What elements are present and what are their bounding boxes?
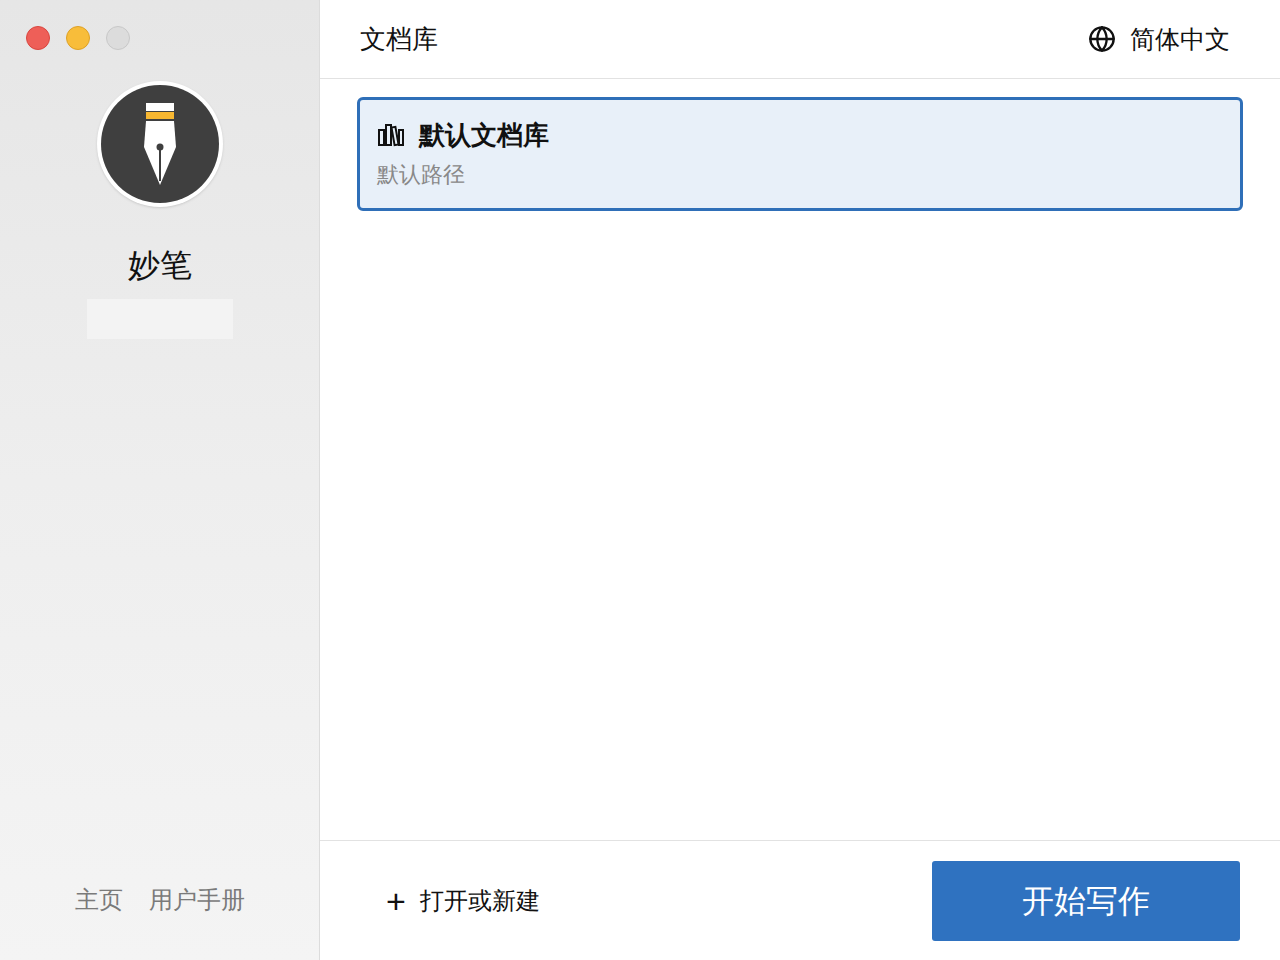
- open-or-create-button[interactable]: +打开或新建: [386, 884, 540, 918]
- header-title: 文档库: [360, 22, 438, 56]
- footer: +打开或新建 开始写作: [320, 840, 1280, 960]
- app-logo: [97, 81, 223, 207]
- account-bar: [87, 299, 233, 339]
- library-card[interactable]: 默认文档库默认路径: [357, 97, 1243, 211]
- library-icon: [377, 122, 405, 148]
- library-name: 默认文档库: [419, 118, 549, 152]
- sidebar-link[interactable]: 用户手册: [149, 884, 245, 916]
- sidebar-links: 主页用户手册: [75, 884, 245, 960]
- main-panel: 文档库 简体中文默认文档库默认路径 +打开或新建 开始写作: [320, 0, 1280, 960]
- minimize-button[interactable]: [66, 26, 90, 50]
- plus-icon: +: [386, 884, 406, 918]
- traffic-lights: [0, 0, 130, 50]
- header: 文档库 简体中文: [320, 0, 1280, 79]
- app-name: 妙笔: [128, 245, 192, 285]
- zoom-button[interactable]: [106, 26, 130, 50]
- close-button[interactable]: [26, 26, 50, 50]
- pen-nib-icon: [138, 101, 182, 187]
- sidebar-link[interactable]: 主页: [75, 884, 123, 916]
- sidebar: 妙笔主页用户手册: [0, 0, 320, 960]
- library-list: 默认文档库默认路径: [320, 79, 1280, 840]
- language-selector[interactable]: 简体中文: [1088, 23, 1230, 55]
- app-window: 妙笔主页用户手册 文档库 简体中文默认文档库默认路径 +打开或新建 开始写作: [0, 0, 1280, 960]
- start-writing-button[interactable]: 开始写作: [932, 861, 1240, 941]
- globe-icon: [1088, 25, 1116, 53]
- library-path: 默认路径: [377, 160, 1223, 190]
